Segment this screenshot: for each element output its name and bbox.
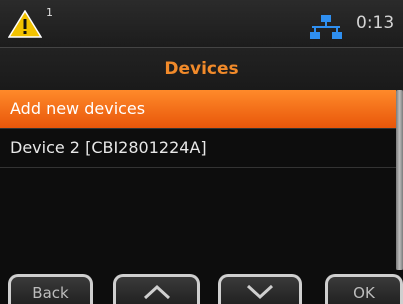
warning-icon[interactable] [8,10,42,38]
chevron-down-icon [246,284,274,300]
down-button[interactable] [218,274,302,304]
title-bar: Devices [0,48,403,90]
device-screen: 1 0:13 Devices Add new devices Device 2 … [0,0,403,304]
warning-count: 1 [46,6,53,19]
network-icon [310,15,342,39]
clock: 0:13 [356,13,395,33]
device-list: Add new devices Device 2 [CBI2801224A] [0,90,396,168]
list-item-add-new-devices[interactable]: Add new devices [0,90,396,129]
ok-button[interactable]: OK [325,274,403,304]
chevron-up-icon [143,284,170,300]
scrollbar-thumb[interactable] [396,90,403,270]
scrollbar[interactable] [396,90,403,270]
list-item-device-2[interactable]: Device 2 [CBI2801224A] [0,129,396,168]
page-title: Devices [164,59,239,79]
up-button[interactable] [113,274,200,304]
status-bar: 1 0:13 [0,0,403,48]
back-button[interactable]: Back [8,274,93,304]
softkey-bar: Back OK [0,274,403,304]
